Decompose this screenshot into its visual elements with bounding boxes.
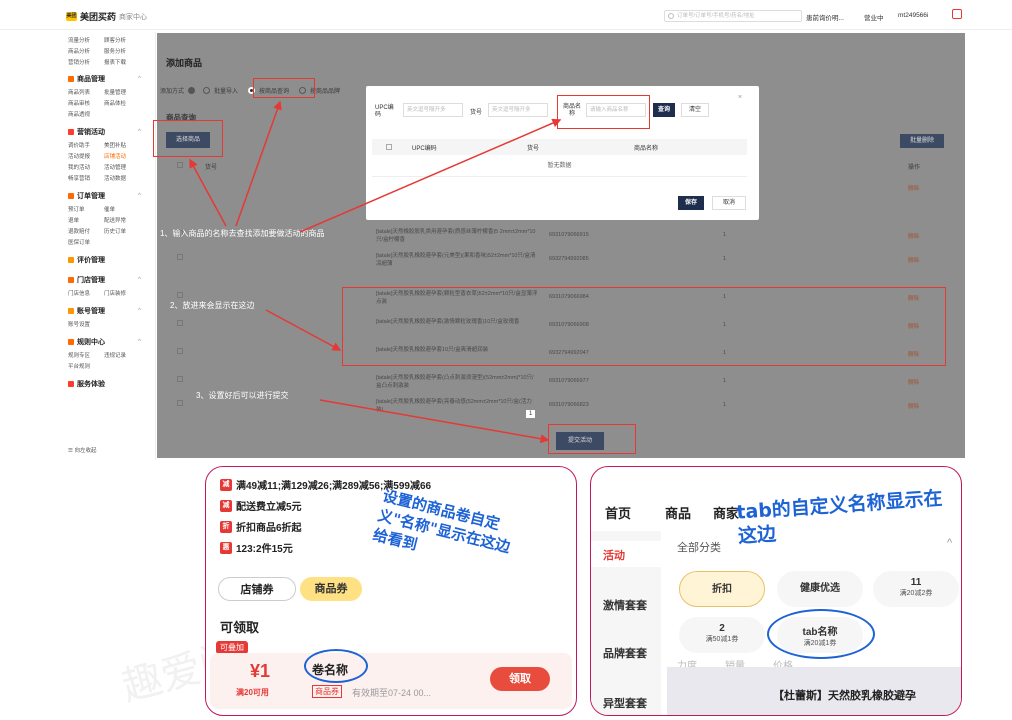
phone-coupon-preview: 减满49减11;满129减26;满289减56;满599减66 减配送费立减5元折… <box>205 466 577 716</box>
chip-label: 11 <box>910 577 922 588</box>
claim-button[interactable]: 领取 <box>490 667 550 691</box>
chip-sub: 满20减2券 <box>899 590 933 597</box>
nav-item-activity[interactable]: 活动 <box>603 547 625 563</box>
tab-home[interactable]: 首页 <box>605 503 631 522</box>
arrow-to-select <box>189 158 227 227</box>
arrow-to-name-input <box>299 118 562 233</box>
phone-tab-preview: 首页 商品 商家 活动 激情套套 品牌套套 异型套套 全部分类 ^ 折扣 健康优… <box>590 466 962 716</box>
promo-text: 配送费立减5元 <box>236 502 302 513</box>
promo-line: 减配送费立减5元 <box>220 498 302 513</box>
arrow-to-submit <box>319 399 550 444</box>
chip-health[interactable]: 健康优选 <box>777 571 863 607</box>
promo-line: 折折扣商品6折起 <box>220 519 302 534</box>
chip-label: 健康优选 <box>800 583 840 594</box>
promo-line: 惠 123:2件15元 <box>220 540 293 555</box>
chip-2[interactable]: 2 满50减1券 <box>679 617 765 653</box>
chip-discount[interactable]: 折扣 <box>679 571 765 607</box>
promo-text: 123:2件15元 <box>236 544 293 555</box>
handwritten-note-tab: tab的自定义名称显示在这边 <box>735 487 944 548</box>
coupon-expiry: 有效期至07-24 00... <box>352 688 432 698</box>
promo-tag: 惠 <box>220 541 232 554</box>
nav-item-1[interactable]: 激情套套 <box>603 597 647 613</box>
chip-11[interactable]: 11 满20减2券 <box>873 571 959 607</box>
handwritten-note-coupon: 设置的商品卷自定义"名称"显示在这边给看到 <box>371 486 513 557</box>
tab-goods[interactable]: 商品 <box>665 503 691 522</box>
coupon-price: ¥1 <box>250 661 271 681</box>
arrow-to-rows <box>265 309 342 351</box>
category-nav: 活动 激情套套 品牌套套 异型套套 <box>591 531 661 715</box>
goods-coupon-tab[interactable]: 商品券 <box>300 577 362 601</box>
chip-label: 折扣 <box>712 584 732 595</box>
all-categories[interactable]: 全部分类 <box>677 539 721 555</box>
highlight-coupon-name <box>304 649 368 683</box>
chip-label: 2 <box>719 623 725 634</box>
nav-item-2[interactable]: 品牌套套 <box>603 645 647 661</box>
coupon-type-badge: 商品券 <box>312 685 342 698</box>
nav-item-3[interactable]: 异型套套 <box>603 695 647 711</box>
promo-tag: 减 <box>220 478 232 491</box>
store-coupon-tab[interactable]: 店铺券 <box>218 577 296 601</box>
promo-tag: 折 <box>220 520 232 533</box>
chevron-up-icon[interactable]: ^ <box>947 537 952 549</box>
arrow-to-method <box>235 100 282 227</box>
claimable-title: 可领取 <box>220 620 260 635</box>
product-title: 【杜蕾斯】天然胶乳橡胶避孕 <box>773 690 916 702</box>
highlight-tab-name <box>767 609 875 659</box>
chip-sub: 满50减1券 <box>705 636 739 643</box>
coupon-condition: 满20可用 <box>236 688 269 697</box>
promo-text: 折扣商品6折起 <box>236 523 302 534</box>
promo-tag: 减 <box>220 499 232 512</box>
